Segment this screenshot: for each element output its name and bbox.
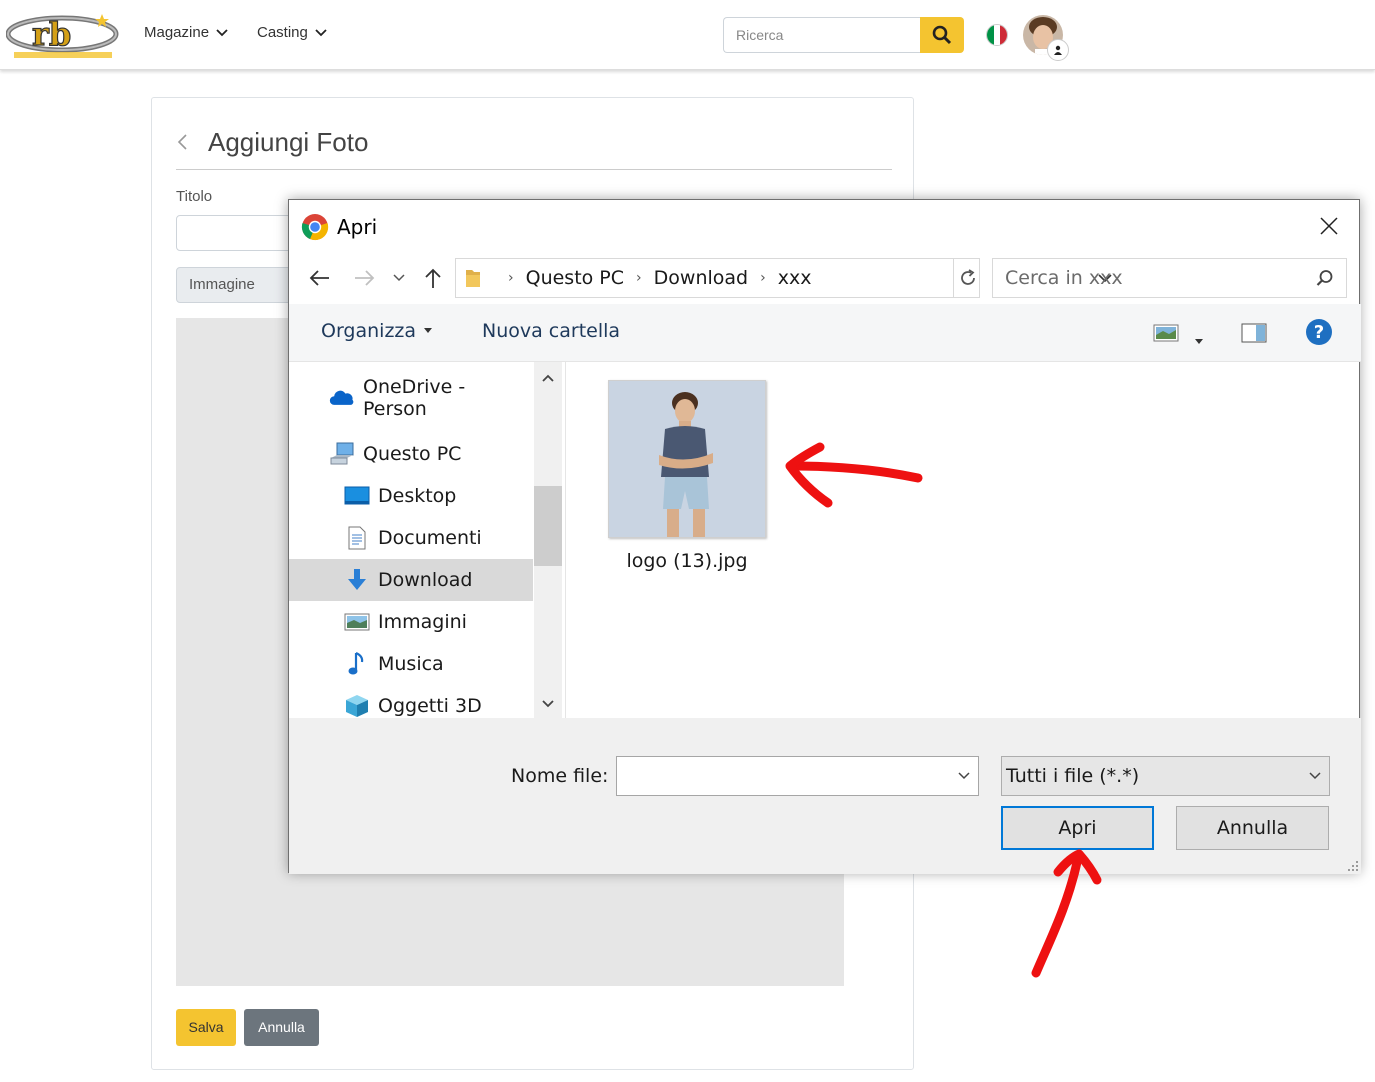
back-arrow-icon[interactable] [305,264,333,292]
tree-item-questo-pc[interactable]: Questo PC [289,433,533,475]
refresh-icon[interactable] [953,258,981,298]
address-bar[interactable]: › Questo PC › Download › xxx [455,258,980,298]
dialog-body: OneDrive - Person Questo PC Desktop Docu… [289,362,1361,718]
nav-magazine-label: Magazine [144,24,210,41]
file-name: logo (13).jpg [626,550,748,572]
desktop-icon [344,484,370,508]
tree-item-label: Oggetti 3D [378,695,482,717]
tree-item-label: Documenti [378,527,482,549]
tree-item-documenti[interactable]: Documenti [289,517,533,559]
tree-item-immagini[interactable]: Immagini [289,601,533,643]
dropdown-triangle-icon [424,328,433,333]
chevron-down-icon [216,28,228,36]
search-icon [932,25,952,45]
dialog-navigation-bar: › Questo PC › Download › xxx Cerca in xx… [289,258,1361,302]
breadcrumb-separator-icon: › [760,270,766,286]
cancel-button[interactable]: Annulla [244,1009,319,1046]
tree-item-desktop[interactable]: Desktop [289,475,533,517]
open-button[interactable]: Apri [1001,806,1154,850]
back-chevron-icon[interactable] [176,126,196,158]
documents-icon [344,526,370,550]
resize-grip-icon[interactable] [1345,858,1359,872]
tree-item-onedrive[interactable]: OneDrive - Person [289,376,533,420]
up-arrow-icon[interactable] [419,264,447,292]
scroll-up-chevron-icon[interactable] [534,364,562,392]
page-title: Aggiungi Foto [208,127,369,157]
onedrive-icon [329,386,355,410]
nav-magazine[interactable]: Magazine [144,24,229,41]
navigation-pane: OneDrive - Person Questo PC Desktop Docu… [289,362,533,718]
chevron-down-icon[interactable] [958,772,970,780]
tree-item-musica[interactable]: Musica [289,643,533,685]
dialog-footer: Nome file: Tutti i file (*.*) Apri Annul… [289,718,1361,874]
organize-menu[interactable]: Organizza [321,320,433,342]
file-type-select[interactable]: Tutti i file (*.*) [1001,756,1330,796]
site-logo[interactable]: rb [5,8,120,62]
svg-text:?: ? [1314,322,1324,343]
site-search-input[interactable] [723,17,920,53]
close-icon[interactable] [1317,214,1341,238]
organize-label: Organizza [321,320,417,342]
chevron-down-icon [315,28,327,36]
recent-locations-chevron-icon[interactable] [385,264,413,292]
tree-item-label: Musica [378,653,444,675]
dialog-search-input[interactable]: Cerca in xxx [992,258,1347,298]
site-search-button[interactable] [920,17,964,53]
tree-item-label: Immagini [378,611,467,633]
preview-pane-icon[interactable] [1241,323,1267,347]
save-button[interactable]: Salva [176,1009,236,1046]
download-icon [344,568,370,592]
dialog-titlebar: Apri [301,212,377,242]
new-folder-button[interactable]: Nuova cartella [482,320,620,342]
forward-arrow-icon[interactable] [351,264,379,292]
svg-text:rb: rb [32,15,71,53]
search-icon [1316,270,1333,286]
music-icon [344,651,370,676]
nav-casting[interactable]: Casting [257,24,328,41]
objects-3d-icon [344,694,370,718]
filename-input[interactable] [616,756,979,796]
breadcrumb-separator-icon: › [508,270,514,286]
file-thumbnail [608,380,766,538]
nav-casting-label: Casting [257,24,308,41]
italian-flag-icon[interactable] [986,24,1008,46]
file-list-pane: logo (13).jpg [565,362,1361,718]
tree-item-oggetti-3d[interactable]: Oggetti 3D [289,685,533,718]
file-item[interactable]: logo (13).jpg [602,380,772,572]
dialog-cancel-button[interactable]: Annulla [1176,806,1329,850]
pictures-icon [344,610,370,634]
file-type-value: Tutti i file (*.*) [1006,765,1140,787]
scrollbar-thumb[interactable] [534,486,562,566]
navigation-scrollbar[interactable] [534,362,562,718]
change-view-icon[interactable] [1153,324,1179,346]
help-icon[interactable]: ? [1305,318,1333,350]
chrome-icon [301,214,329,241]
dialog-title: Apri [337,215,378,239]
chevron-down-icon [1309,772,1321,780]
tree-item-label: Desktop [378,485,457,507]
breadcrumb-download[interactable]: Download [654,267,748,289]
dialog-toolbar: Organizza Nuova cartella ? [289,304,1361,362]
open-file-dialog: Apri › Questo PC › Download › xxx Cerca … [288,199,1361,874]
dialog-search-placeholder: Cerca in xxx [1005,267,1123,289]
new-folder-label: Nuova cartella [482,320,621,342]
computer-icon [329,442,355,466]
folder-icon [466,270,480,287]
site-search [723,17,964,53]
tree-item-label: Questo PC [363,443,462,465]
card-header: Aggiungi Foto [176,126,892,170]
breadcrumb-questo-pc[interactable]: Questo PC [526,267,624,289]
filename-label: Nome file: [511,765,609,787]
view-options-dropdown-icon[interactable] [1195,330,1203,349]
tree-item-label: OneDrive - Person [363,376,466,420]
user-icon [1047,39,1069,61]
breadcrumb-xxx[interactable]: xxx [778,267,812,289]
tree-item-download[interactable]: Download [289,559,533,601]
site-navbar: rb Magazine Casting [0,0,1375,70]
breadcrumb-separator-icon: › [636,270,642,286]
titolo-label: Titolo [176,188,213,205]
scroll-down-chevron-icon[interactable] [534,690,562,718]
tree-item-label: Download [378,569,473,591]
